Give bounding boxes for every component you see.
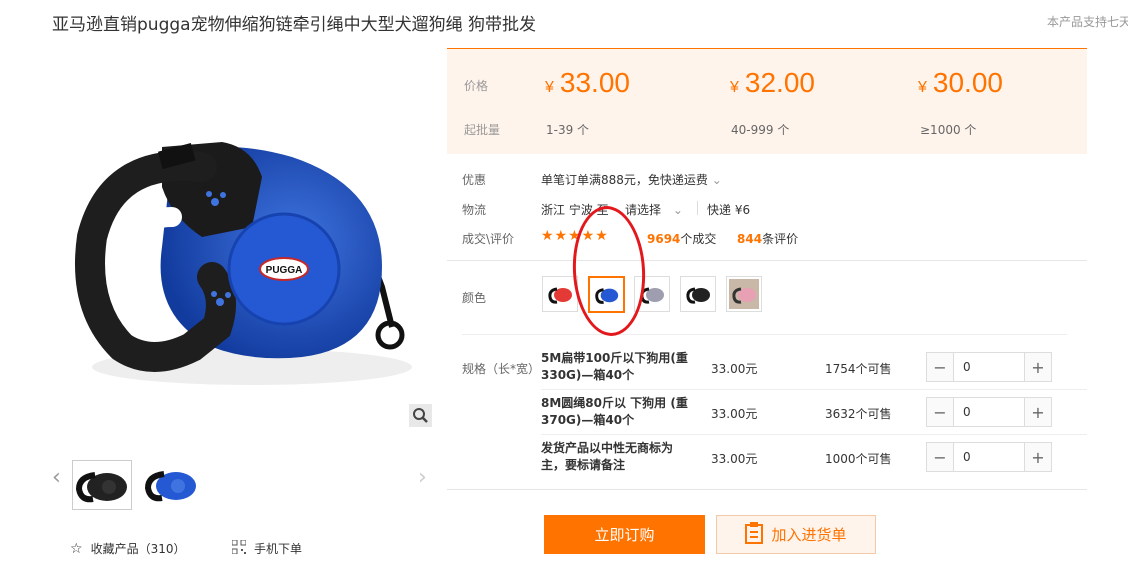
quantity-input[interactable]: 0 — [953, 398, 1025, 426]
color-swatch-red[interactable] — [542, 276, 578, 312]
spec-name: 5M扁带100斤以下狗用(重330G)—箱40个 — [541, 351, 688, 382]
retractable-leash-illustration: PUGGA — [75, 142, 412, 385]
plus-icon[interactable]: + — [1025, 398, 1051, 426]
color-label: 颜色 — [462, 291, 487, 305]
thumbnail-black[interactable] — [72, 460, 132, 510]
red-leash-icon — [548, 287, 572, 304]
clipboard-icon — [745, 521, 764, 548]
reviews-count[interactable]: 844条评价 — [737, 230, 798, 247]
star-outline-icon: ☆ — [70, 540, 83, 557]
favorite-link[interactable]: ☆ 收藏产品（310） — [70, 540, 185, 557]
product-title: 亚马逊直销pugga宠物伸缩狗链牵引绳中大型犬遛狗绳 狗带批发 — [52, 15, 536, 35]
black-leash-thumb-icon — [75, 472, 127, 503]
pink-leash-icon — [729, 279, 759, 309]
thumb-next-arrow-icon[interactable]: › — [418, 465, 427, 490]
spec-stock: 3632个可售 — [825, 407, 892, 421]
add-to-cart-label: 加入进货单 — [771, 526, 847, 544]
blue-leash-thumb-icon — [144, 471, 196, 502]
destination-select[interactable]: 请选择 ⌄ — [625, 201, 683, 218]
chevron-down-icon: ⌄ — [711, 173, 722, 187]
minus-icon[interactable]: − — [927, 398, 953, 426]
price-label: 价格 — [464, 79, 489, 93]
buy-now-button[interactable]: 立即订购 — [544, 515, 705, 554]
quantity-stepper[interactable]: − 0 + — [926, 397, 1052, 427]
minus-icon[interactable]: − — [927, 443, 953, 471]
qty-tier-1: 1-39 个 — [546, 123, 590, 137]
mobile-order-label: 手机下单 — [254, 542, 303, 556]
product-main-image[interactable]: PUGGA — [52, 47, 432, 427]
plus-icon[interactable]: + — [1025, 353, 1051, 381]
spec-price: 33.00元 — [711, 362, 758, 376]
add-to-cart-button[interactable]: 加入进货单 — [716, 515, 876, 554]
spec-name: 发货产品以中性无商标为主，要标请备注 — [541, 441, 674, 472]
divider — [541, 389, 1087, 390]
color-swatch-black[interactable] — [680, 276, 716, 312]
qty-tier-2: 40-999 个 — [731, 123, 790, 137]
shipping-fee: 快递 ¥6 — [707, 203, 751, 217]
brand-logo: PUGGA — [266, 265, 303, 276]
chevron-down-icon: ⌄ — [672, 203, 683, 217]
promo-text: 单笔订单满888元，免快递运费 — [541, 173, 708, 187]
color-swatch-pink[interactable] — [726, 276, 762, 312]
divider — [462, 334, 1067, 335]
spec-label: 规格（长*宽） — [462, 362, 541, 376]
mobile-order-link[interactable]: 手机下单 — [231, 539, 303, 557]
divider — [447, 260, 1087, 261]
spec-price: 33.00元 — [711, 452, 758, 466]
favorite-label: 收藏产品（310） — [90, 542, 186, 556]
promo-label: 优惠 — [462, 173, 487, 187]
zoom-button[interactable] — [409, 404, 432, 427]
plus-icon[interactable]: + — [1025, 443, 1051, 471]
service-note: 本产品支持七天 — [1047, 15, 1128, 29]
minus-icon[interactable]: − — [927, 353, 953, 381]
divider — [541, 434, 1087, 435]
divider — [447, 489, 1087, 490]
logistics-label: 物流 — [462, 203, 487, 217]
spec-price: 33.00元 — [711, 407, 758, 421]
deals-count[interactable]: 9694个成交 — [647, 230, 716, 247]
quantity-input[interactable]: 0 — [953, 353, 1025, 381]
qty-tier-3: ≥1000 个 — [920, 123, 977, 137]
price-tier-1: ¥33.00 — [545, 67, 630, 98]
deals-label: 成交\评价 — [462, 232, 515, 246]
thumb-prev-arrow-icon[interactable]: ‹ — [52, 465, 61, 490]
destination-select-label: 请选择 — [625, 203, 662, 217]
quantity-stepper[interactable]: − 0 + — [926, 352, 1052, 382]
thumbnail-blue[interactable] — [142, 460, 200, 508]
quantity-input[interactable]: 0 — [953, 443, 1025, 471]
qr-code-icon — [231, 539, 247, 557]
quantity-stepper[interactable]: − 0 + — [926, 442, 1052, 472]
price-tier-3: ¥30.00 — [918, 67, 1003, 98]
black-leash-icon — [686, 287, 710, 304]
annotation-circle — [569, 204, 649, 338]
spec-name: 8M圆绳80斤以 下狗用 (重370G)—箱40个 — [541, 396, 688, 427]
price-panel: 价格 起批量 ¥33.00 1-39 个 ¥32.00 40-999 个 ¥30… — [447, 48, 1087, 154]
spec-stock: 1754个可售 — [825, 362, 892, 376]
separator — [697, 201, 698, 215]
spec-stock: 1000个可售 — [825, 452, 892, 466]
price-tier-2: ¥32.00 — [730, 67, 815, 98]
magnifier-icon — [413, 408, 428, 423]
promo-dropdown[interactable]: 单笔订单满888元，免快递运费 ⌄ — [541, 171, 722, 188]
moq-label: 起批量 — [464, 123, 501, 137]
